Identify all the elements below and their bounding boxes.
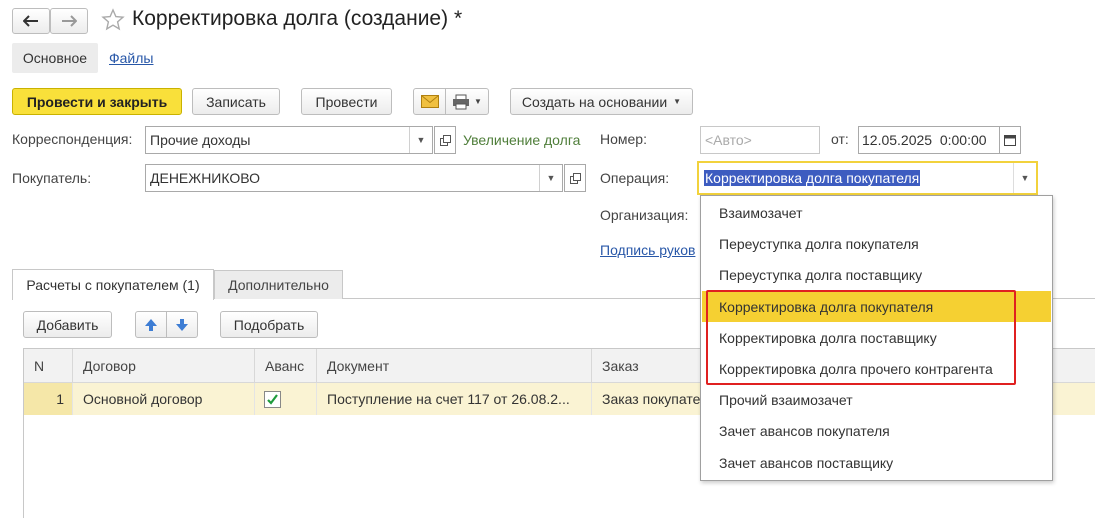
- pick-button[interactable]: Подобрать: [220, 311, 318, 338]
- correspondence-label: Корреспонденция:: [12, 131, 133, 147]
- email-button[interactable]: [413, 88, 446, 115]
- open-buyer-button[interactable]: [564, 164, 586, 192]
- tab-main[interactable]: Основное: [12, 43, 98, 73]
- dropdown-item-supplier-advance-offset[interactable]: Зачет авансов поставщику: [702, 447, 1051, 478]
- number-placeholder: <Авто>: [705, 132, 752, 148]
- date-field[interactable]: 12.05.2025 0:00:00: [858, 126, 1000, 154]
- buyer-value: ДЕНЕЖНИКОВО: [150, 170, 261, 186]
- calendar-icon: [1004, 135, 1016, 146]
- row-contract[interactable]: Основной договор: [73, 383, 255, 415]
- row-number: 1: [24, 383, 73, 415]
- open-form-icon: [439, 134, 451, 146]
- column-header-document[interactable]: Документ: [317, 349, 592, 383]
- dropdown-item-other-mutual-offset[interactable]: Прочий взаимозачет: [702, 384, 1051, 415]
- open-correspondence-button[interactable]: [434, 126, 456, 154]
- printer-icon: [453, 94, 470, 109]
- dropdown-item-buyer-advance-offset[interactable]: Зачет авансов покупателя: [702, 415, 1051, 446]
- open-form-icon: [569, 172, 581, 184]
- operation-label: Операция:: [600, 170, 670, 186]
- window-title: Корректировка долга (создание) *: [132, 7, 463, 30]
- number-label: Номер:: [600, 131, 647, 147]
- column-header-n[interactable]: N: [24, 349, 73, 383]
- chevron-down-icon: ▼: [673, 97, 682, 106]
- envelope-icon: [420, 95, 439, 108]
- signature-link[interactable]: Подпись руков: [600, 242, 695, 258]
- operation-dropdown-list: Взаимозачет Переуступка долга покупателя…: [700, 195, 1053, 481]
- buyer-field[interactable]: ДЕНЕЖНИКОВО ▼: [145, 164, 563, 192]
- number-field[interactable]: <Авто>: [700, 126, 820, 154]
- chevron-down-icon[interactable]: ▼: [539, 165, 562, 191]
- tab-additional[interactable]: Дополнительно: [214, 270, 343, 299]
- chevron-down-icon: ▼: [474, 97, 482, 106]
- tab-settlements[interactable]: Расчеты с покупателем (1): [12, 269, 214, 300]
- column-header-advance[interactable]: Аванс: [255, 349, 317, 383]
- move-up-button[interactable]: [135, 311, 167, 338]
- post-button[interactable]: Провести: [301, 88, 392, 115]
- row-advance[interactable]: [255, 383, 317, 415]
- arrow-up-icon: [145, 318, 157, 331]
- dropdown-item-buyer-debt-correction[interactable]: Корректировка долга покупателя: [702, 291, 1051, 322]
- correspondence-value: Прочие доходы: [150, 132, 251, 148]
- back-button[interactable]: [12, 8, 50, 34]
- correspondence-field[interactable]: Прочие доходы ▼: [145, 126, 433, 154]
- date-label: от:: [831, 131, 849, 147]
- forward-button[interactable]: [50, 8, 88, 34]
- tab-files[interactable]: Файлы: [109, 50, 153, 66]
- chevron-down-icon[interactable]: ▼: [409, 127, 432, 153]
- organization-label: Организация:: [600, 207, 689, 223]
- print-button[interactable]: ▼: [445, 88, 489, 115]
- add-row-button[interactable]: Добавить: [23, 311, 112, 338]
- operation-value: Корректировка долга покупателя: [704, 170, 921, 186]
- date-value: 12.05.2025 0:00:00: [862, 132, 987, 148]
- arrow-left-icon: [23, 15, 38, 27]
- chevron-down-icon[interactable]: ▼: [1013, 163, 1036, 193]
- column-header-contract[interactable]: Договор: [73, 349, 255, 383]
- row-document[interactable]: Поступление на счет 117 от 26.08.2...: [317, 383, 592, 415]
- favorite-star-icon[interactable]: [101, 8, 125, 32]
- dropdown-item-buyer-debt-assignment[interactable]: Переуступка долга покупателя: [702, 228, 1051, 259]
- create-based-on-label: Создать на основании: [521, 93, 668, 110]
- move-down-button[interactable]: [166, 311, 198, 338]
- dropdown-item-mutual-offset[interactable]: Взаимозачет: [702, 197, 1051, 228]
- buyer-label: Покупатель:: [12, 170, 92, 186]
- save-button[interactable]: Записать: [192, 88, 280, 115]
- arrow-right-icon: [62, 15, 77, 27]
- calendar-button[interactable]: [999, 126, 1021, 154]
- post-and-close-button[interactable]: Провести и закрыть: [12, 88, 182, 115]
- operation-field[interactable]: Корректировка долга покупателя ▼: [697, 161, 1038, 195]
- correspondence-hint: Увеличение долга: [463, 132, 581, 148]
- dropdown-item-supplier-debt-correction[interactable]: Корректировка долга поставщику: [702, 322, 1051, 353]
- create-based-on-button[interactable]: Создать на основании ▼: [510, 88, 693, 115]
- dropdown-item-supplier-debt-assignment[interactable]: Переуступка долга поставщику: [702, 259, 1051, 290]
- dropdown-item-other-counterparty-debt-correction[interactable]: Корректировка долга прочего контрагента: [702, 353, 1051, 384]
- arrow-down-icon: [176, 318, 188, 331]
- checkbox-checked-icon[interactable]: [264, 390, 281, 408]
